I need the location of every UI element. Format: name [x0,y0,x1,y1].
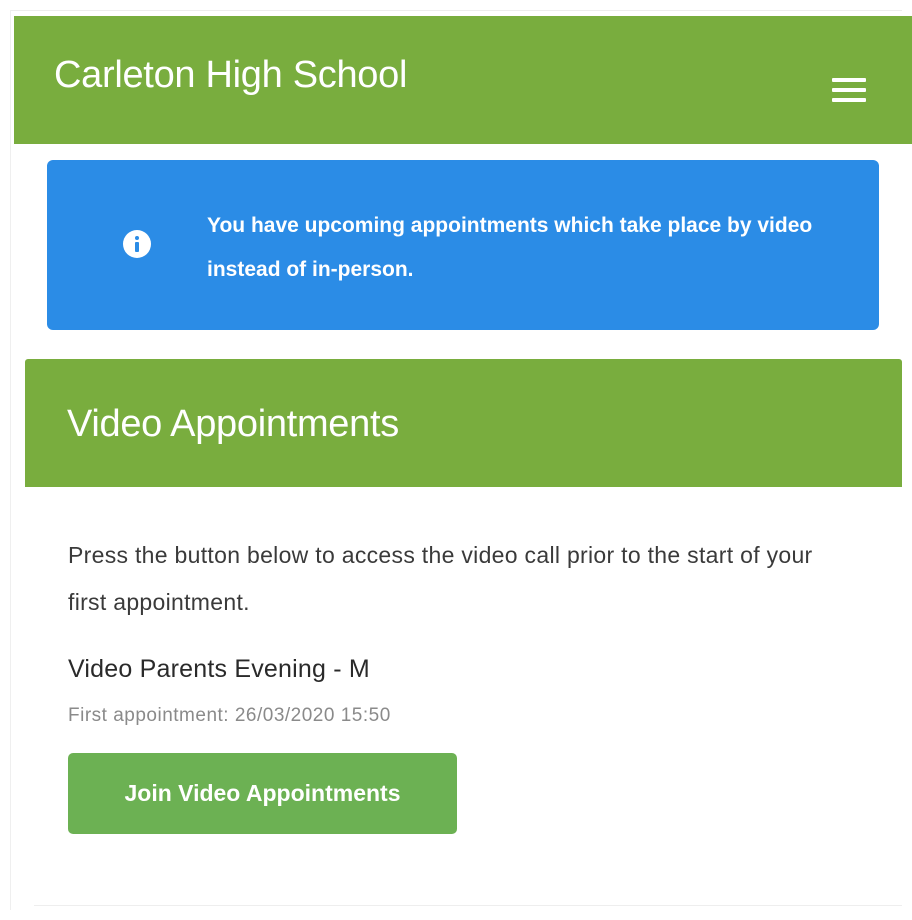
alert-message: You have upcoming appointments which tak… [207,214,813,281]
video-info-alert: You have upcoming appointments which tak… [47,160,879,330]
instructions-text: Press the button below to access the vid… [68,542,813,615]
hamburger-menu-icon[interactable] [832,78,866,102]
first-appointment-time: First appointment: 26/03/2020 15:50 [68,705,391,726]
divider [34,905,902,906]
info-icon [123,230,151,258]
join-video-appointments-button[interactable]: Join Video Appointments [68,753,457,834]
school-name: Carleton High School [54,54,408,96]
video-appointments-header: Video Appointments [25,359,902,487]
panel-heading: Video Appointments [67,403,399,445]
top-bar: Carleton High School [14,16,912,144]
event-title: Video Parents Evening - M [68,655,370,683]
